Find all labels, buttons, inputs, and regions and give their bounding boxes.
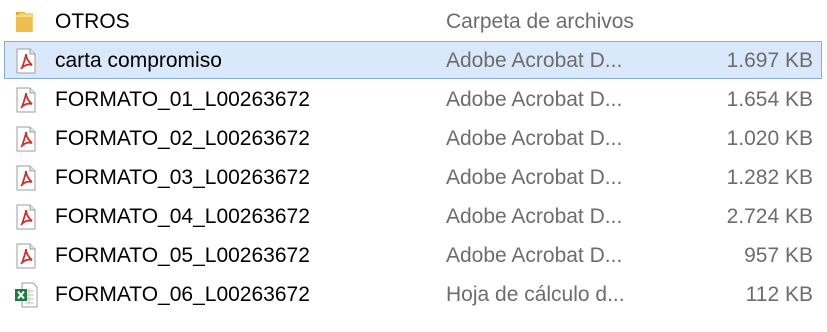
- file-row-formato-02[interactable]: FORMATO_02_L00263672 Adobe Acrobat D... …: [4, 119, 822, 157]
- file-type: Adobe Acrobat D...: [446, 205, 623, 228]
- pdf-icon: [13, 126, 39, 152]
- file-size: 2.724 KB: [726, 205, 813, 228]
- file-row-formato-03[interactable]: FORMATO_03_L00263672 Adobe Acrobat D... …: [4, 158, 822, 196]
- file-size: 1.654 KB: [726, 88, 813, 111]
- file-name: FORMATO_03_L00263672: [55, 166, 310, 189]
- file-size: 957 KB: [744, 244, 813, 267]
- file-size: 1.697 KB: [726, 49, 813, 72]
- file-type: Hoja de cálculo d...: [446, 283, 625, 306]
- file-type: Adobe Acrobat D...: [446, 88, 623, 111]
- file-row-formato-01[interactable]: FORMATO_01_L00263672 Adobe Acrobat D... …: [4, 80, 822, 118]
- pdf-icon: [13, 165, 39, 191]
- excel-icon: [13, 282, 39, 308]
- file-row-formato-05[interactable]: FORMATO_05_L00263672 Adobe Acrobat D... …: [4, 236, 822, 274]
- file-type: Carpeta de archivos: [446, 10, 634, 33]
- pdf-icon: [13, 48, 39, 74]
- file-name: FORMATO_04_L00263672: [55, 205, 310, 228]
- file-size: 1.282 KB: [726, 166, 813, 189]
- file-type: Adobe Acrobat D...: [446, 127, 623, 150]
- file-list: OTROS Carpeta de archivos carta compromi…: [0, 0, 827, 332]
- file-name: FORMATO_05_L00263672: [55, 244, 310, 267]
- file-name: FORMATO_06_L00263672: [55, 283, 310, 306]
- file-type: Adobe Acrobat D...: [446, 49, 623, 72]
- pdf-icon: [13, 87, 39, 113]
- file-size: 112 KB: [745, 283, 813, 306]
- folder-icon: [13, 9, 39, 35]
- file-row-formato-06[interactable]: FORMATO_06_L00263672 Hoja de cálculo d..…: [4, 275, 822, 313]
- file-row-formato-04[interactable]: FORMATO_04_L00263672 Adobe Acrobat D... …: [4, 197, 822, 235]
- file-type: Adobe Acrobat D...: [446, 166, 623, 189]
- file-row-otros[interactable]: OTROS Carpeta de archivos: [4, 2, 822, 40]
- file-name: carta compromiso: [55, 49, 222, 72]
- file-name: OTROS: [55, 10, 130, 33]
- file-type: Adobe Acrobat D...: [446, 244, 623, 267]
- file-row-carta-compromiso[interactable]: carta compromiso Adobe Acrobat D... 1.69…: [4, 41, 822, 79]
- file-name: FORMATO_01_L00263672: [55, 88, 310, 111]
- pdf-icon: [13, 204, 39, 230]
- pdf-icon: [13, 243, 39, 269]
- file-name: FORMATO_02_L00263672: [55, 127, 310, 150]
- file-size: 1.020 KB: [726, 127, 813, 150]
